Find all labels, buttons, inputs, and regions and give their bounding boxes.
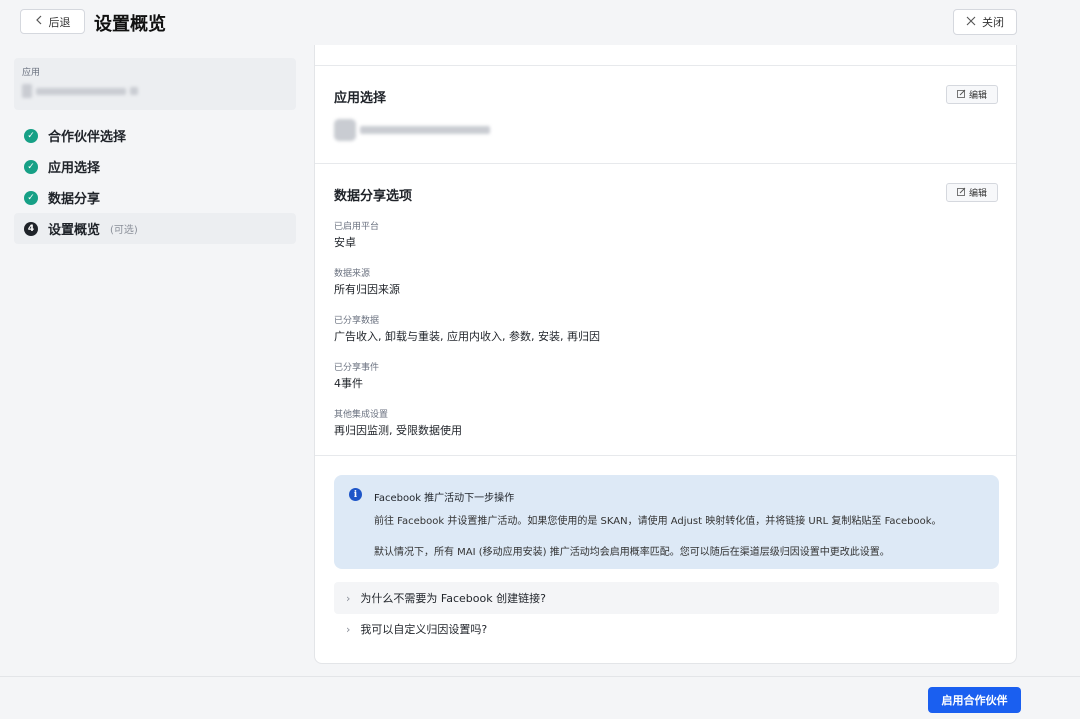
optional-tag: (可选) xyxy=(110,225,138,236)
faq-item[interactable]: › 为什么不需要为 Facebook 创建链接? xyxy=(334,582,999,614)
info-text: 前往 Facebook 并设置推广活动。如果您使用的是 SKAN，请使用 Adj… xyxy=(374,516,942,527)
edit-icon xyxy=(957,187,966,199)
step-app-selection[interactable]: ✓ 应用选择 xyxy=(14,151,296,182)
app-label: 应用 xyxy=(22,68,41,78)
check-circle-icon: ✓ xyxy=(24,190,38,205)
app-section-title: 应用选择 xyxy=(334,91,387,106)
footer-bar: 启用合作伙伴 xyxy=(0,676,1080,719)
overview-panel: 应用选择 编辑 数据分享选项 编辑 已启用平台 安卓 数据来源 所有归因来源 已… xyxy=(314,45,1017,664)
edit-app-button[interactable]: 编辑 xyxy=(946,85,998,104)
step-partner-selection[interactable]: ✓ 合作伙伴选择 xyxy=(14,120,296,151)
close-button[interactable]: 关闭 xyxy=(953,9,1017,35)
check-circle-icon: ✓ xyxy=(24,159,38,174)
chevron-right-icon: › xyxy=(346,622,351,636)
top-bar: 后退 设置概览 关闭 xyxy=(0,0,1080,45)
enable-partner-button[interactable]: 启用合作伙伴 xyxy=(928,687,1021,713)
field-value: 广告收入, 卸载与重装, 应用内收入, 参数, 安装, 再归因 xyxy=(334,330,600,343)
field-value: 安卓 xyxy=(334,236,356,249)
sidebar: 应用 ✓ 合作伙伴选择 ✓ 应用选择 ✓ 数据分享 4 设置概览 (可选) xyxy=(14,58,296,244)
field-label: 已分享事件 xyxy=(334,363,380,373)
divider xyxy=(315,455,1016,456)
page-title: 设置概览 xyxy=(94,14,166,35)
step-data-sharing[interactable]: ✓ 数据分享 xyxy=(14,182,296,213)
info-callout: i Facebook 推广活动下一步操作 前往 Facebook 并设置推广活动… xyxy=(334,475,999,569)
step-label: 设置概览 xyxy=(48,223,101,238)
edit-icon xyxy=(957,89,966,101)
step-label: 应用选择 xyxy=(48,161,101,176)
back-button[interactable]: 后退 xyxy=(20,9,85,34)
info-icon: i xyxy=(349,488,362,501)
field-value: 4事件 xyxy=(334,377,363,390)
edit-label: 编辑 xyxy=(968,189,987,199)
chevron-right-icon: › xyxy=(346,591,351,605)
selected-app-redacted xyxy=(334,119,490,141)
chevron-left-icon xyxy=(35,15,43,28)
faq-label: 为什么不需要为 Facebook 创建链接? xyxy=(360,592,546,605)
edit-data-button[interactable]: 编辑 xyxy=(946,183,998,202)
edit-label: 编辑 xyxy=(968,91,987,101)
divider xyxy=(315,65,1016,66)
close-icon xyxy=(966,16,976,29)
faq-label: 我可以自定义归因设置吗? xyxy=(360,623,488,636)
faq-item[interactable]: › 我可以自定义归因设置吗? xyxy=(334,613,999,645)
info-text: 默认情况下，所有 MAI (移动应用安装) 推广活动均会启用概率匹配。您可以随后… xyxy=(374,547,890,558)
data-section-title: 数据分享选项 xyxy=(334,189,413,204)
field-label: 已分享数据 xyxy=(334,316,380,326)
step-number-badge: 4 xyxy=(24,221,38,236)
field-value: 再归因监测, 受限数据使用 xyxy=(334,424,462,437)
app-card: 应用 xyxy=(14,58,296,110)
field-label: 已启用平台 xyxy=(334,222,380,232)
step-setup-overview[interactable]: 4 设置概览 (可选) xyxy=(14,213,296,244)
app-name-redacted xyxy=(22,84,288,98)
info-title: Facebook 推广活动下一步操作 xyxy=(374,493,515,504)
step-label: 数据分享 xyxy=(48,192,101,207)
field-label: 数据来源 xyxy=(334,269,371,279)
back-label: 后退 xyxy=(48,15,71,29)
step-label: 合作伙伴选择 xyxy=(48,130,127,145)
divider xyxy=(315,163,1016,164)
close-label: 关闭 xyxy=(982,16,1004,29)
field-value: 所有归因来源 xyxy=(334,283,400,296)
check-circle-icon: ✓ xyxy=(24,128,38,143)
field-label: 其他集成设置 xyxy=(334,410,389,420)
